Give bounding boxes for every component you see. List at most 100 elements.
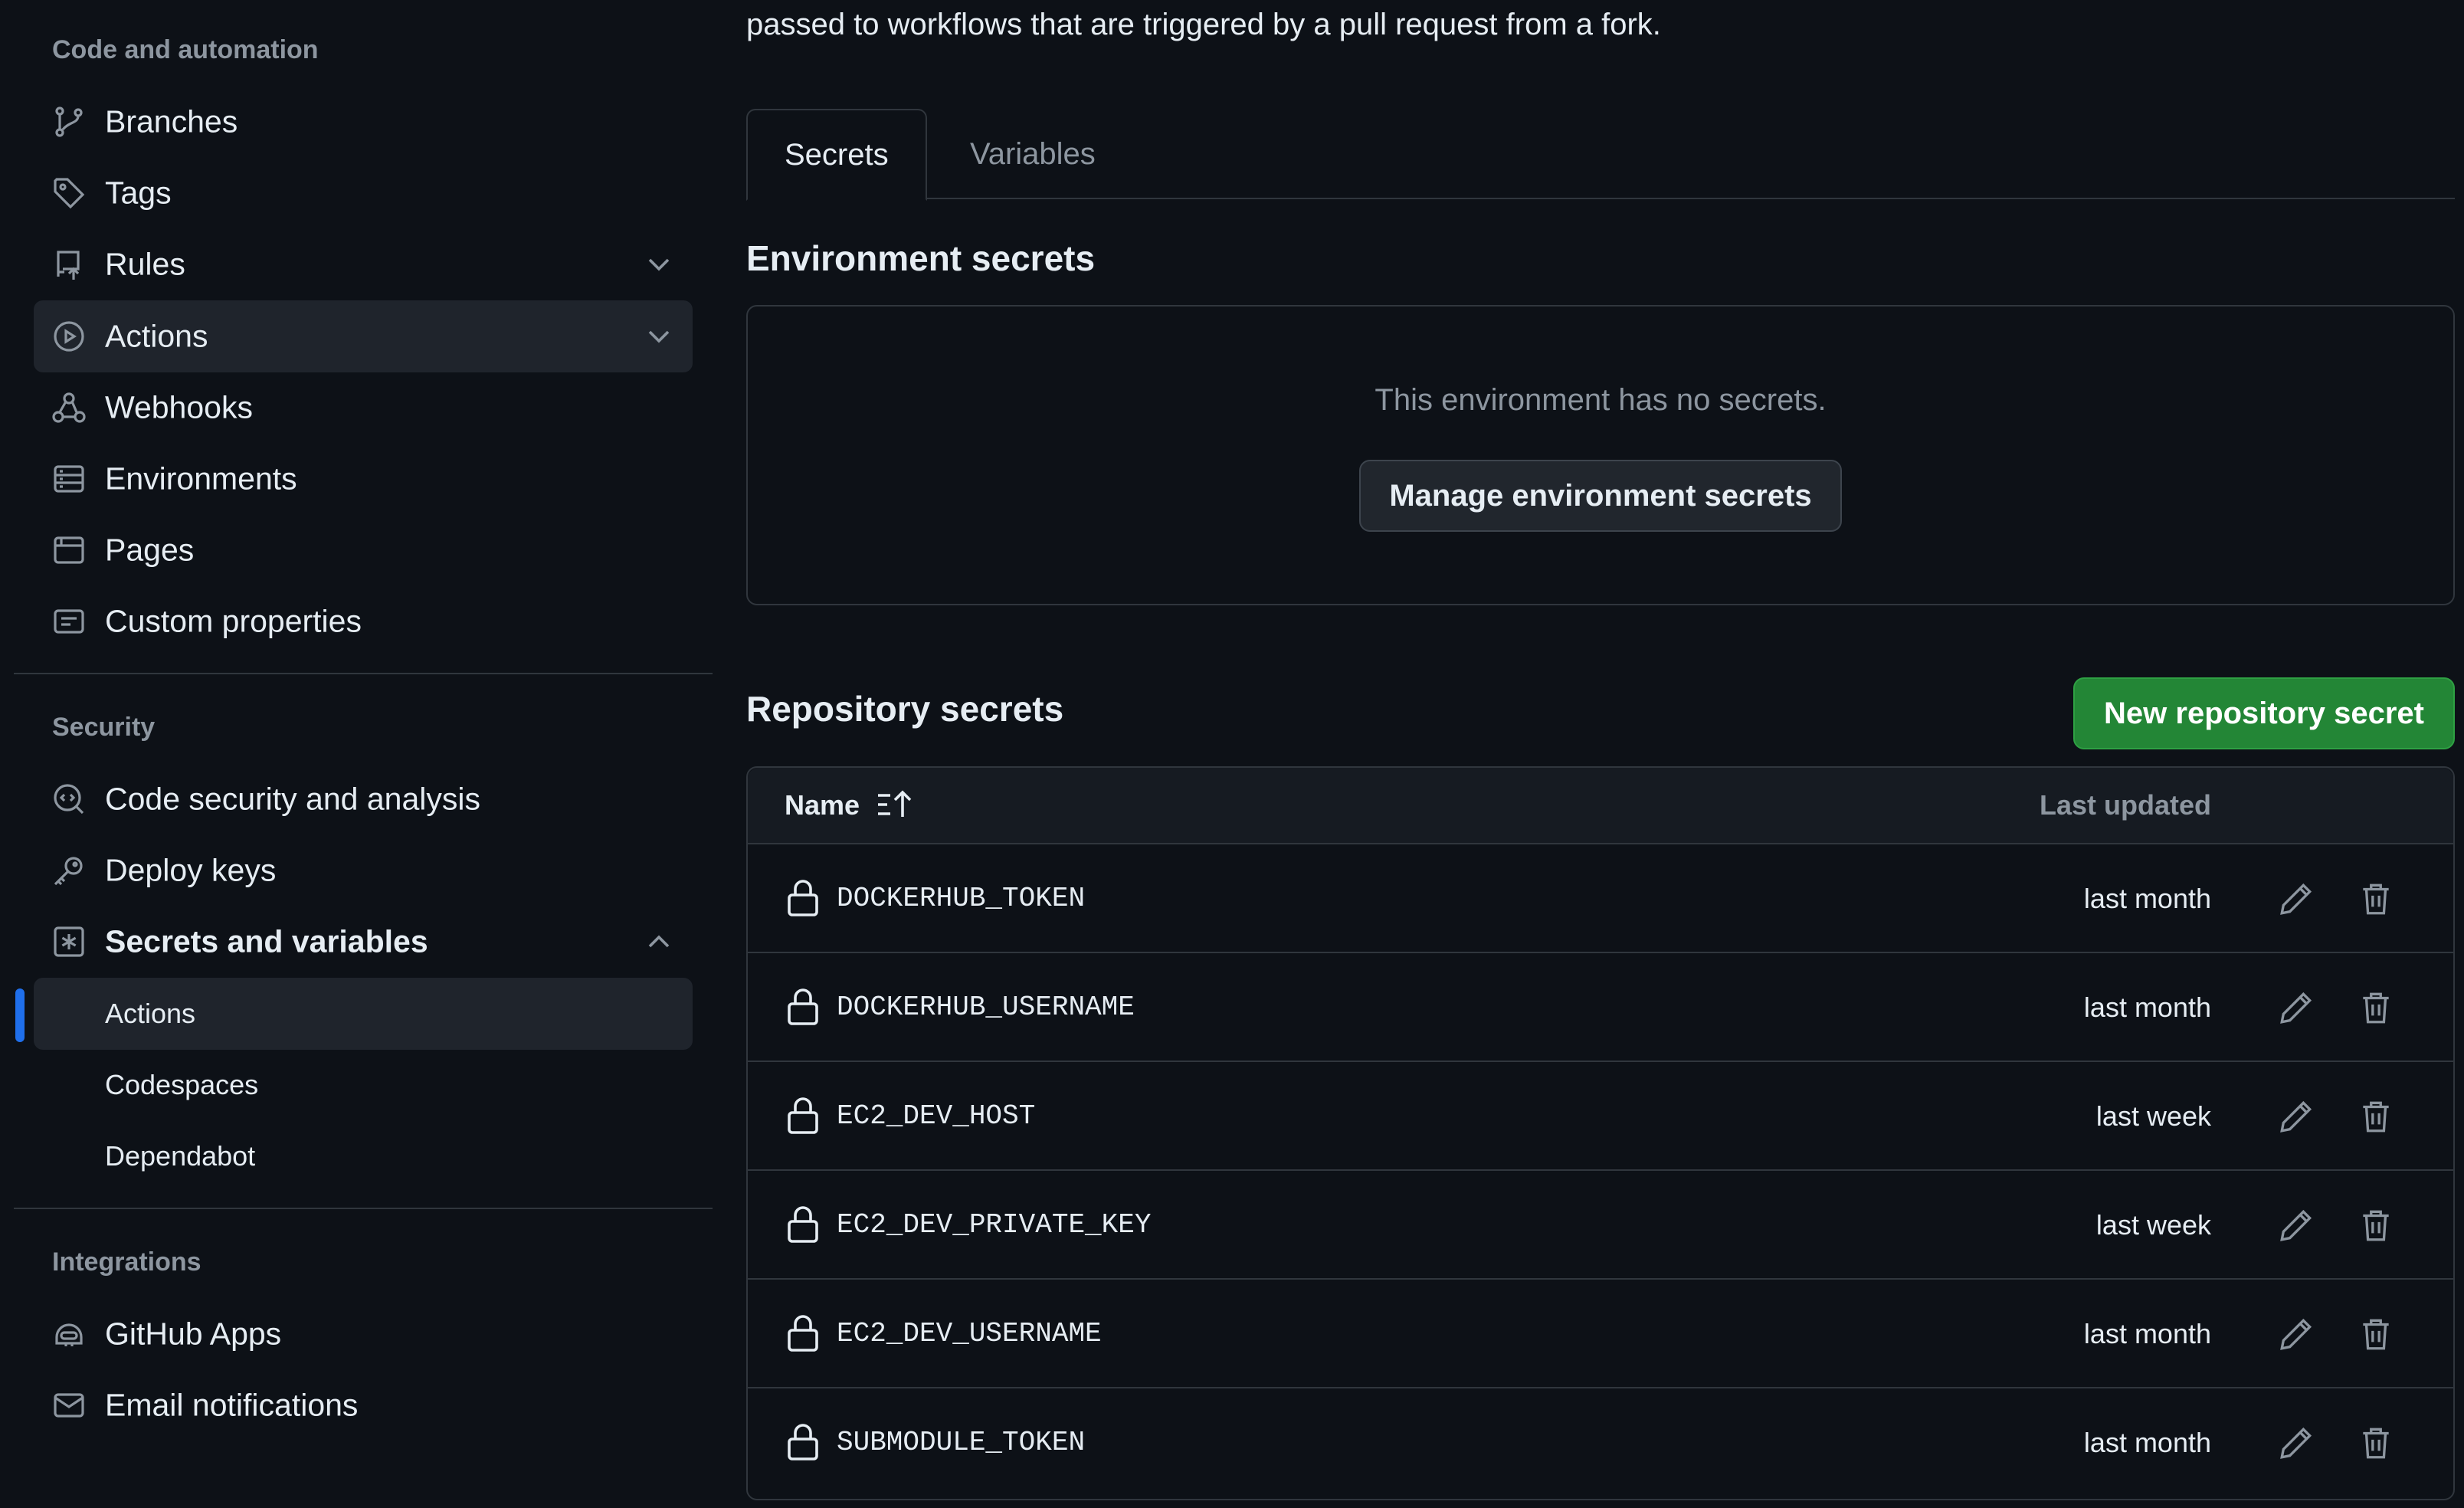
sidebar-item-environments[interactable]: Environments	[34, 443, 693, 515]
sidebar-item-label: Pages	[105, 532, 195, 568]
new-repository-secret-button[interactable]: New repository secret	[2073, 677, 2455, 749]
play-circle-icon	[51, 318, 87, 355]
pencil-icon[interactable]	[2277, 1097, 2315, 1136]
note-icon	[51, 603, 87, 640]
sidebar-item-label: Branches	[105, 103, 238, 139]
secret-name: EC2_DEV_HOST	[837, 1100, 1036, 1132]
sidebar-subitem-actions[interactable]: Actions	[34, 978, 693, 1050]
sidebar-item-label: Custom properties	[105, 603, 362, 639]
sidebar-subitem-label: Dependabot	[105, 1140, 256, 1172]
active-indicator	[15, 988, 25, 1042]
pencil-icon[interactable]	[2277, 1315, 2315, 1353]
secret-name: DOCKERHUB_USERNAME	[837, 992, 1135, 1023]
secret-name: EC2_DEV_PRIVATE_KEY	[837, 1209, 1152, 1241]
column-header-name[interactable]: Name	[785, 789, 860, 821]
table-row: EC2_DEV_HOST last week	[748, 1062, 2453, 1171]
sidebar-item-custom-properties[interactable]: Custom properties	[34, 585, 693, 657]
lock-icon	[785, 1422, 821, 1462]
repo-push-icon	[51, 246, 87, 283]
hubot-icon	[51, 1316, 87, 1352]
secret-name: SUBMODULE_TOKEN	[837, 1427, 1086, 1458]
repository-secrets-title: Repository secrets	[746, 689, 1064, 729]
trash-icon[interactable]	[2357, 1315, 2395, 1353]
sidebar-item-label: Webhooks	[105, 389, 253, 425]
webhook-icon	[51, 389, 87, 426]
trash-icon[interactable]	[2357, 880, 2395, 918]
sort-ascending-icon[interactable]	[875, 786, 916, 823]
lock-icon	[785, 1313, 821, 1353]
sidebar-item-code-security[interactable]: Code security and analysis	[34, 763, 693, 835]
asterisk-box-icon	[51, 923, 87, 960]
sidebar-item-label: Environments	[105, 461, 297, 497]
chevron-up-icon[interactable]	[641, 923, 677, 960]
secret-last-updated: last week	[2095, 1100, 2211, 1132]
sidebar-item-label: Actions	[105, 318, 208, 354]
lock-icon	[785, 1205, 821, 1244]
lock-icon	[785, 987, 821, 1027]
sidebar-item-label: Code security and analysis	[105, 781, 480, 817]
pencil-icon[interactable]	[2277, 1424, 2315, 1462]
sidebar-item-actions[interactable]: Actions	[34, 300, 693, 372]
manage-environment-secrets-button[interactable]: Manage environment secrets	[1359, 460, 1842, 532]
repository-secrets-table: Name Last updated DOCKERHUB_TOKEN last m…	[746, 766, 2455, 1500]
sidebar-item-label: GitHub Apps	[105, 1316, 282, 1352]
trash-icon[interactable]	[2357, 1097, 2395, 1136]
sidebar-item-label: Secrets and variables	[105, 923, 428, 959]
server-icon	[51, 461, 87, 497]
browser-icon	[51, 532, 87, 569]
sidebar-item-label: Rules	[105, 246, 185, 282]
codescan-icon	[51, 781, 87, 818]
group-title-security: Security	[52, 713, 156, 742]
table-row: EC2_DEV_PRIVATE_KEY last week	[748, 1171, 2453, 1280]
sidebar-item-deploy-keys[interactable]: Deploy keys	[34, 834, 693, 906]
group-title-code-automation: Code and automation	[52, 35, 319, 64]
environment-secrets-title: Environment secrets	[746, 238, 1096, 278]
sidebar-divider	[14, 1208, 713, 1209]
sidebar-item-github-apps[interactable]: GitHub Apps	[34, 1298, 693, 1370]
pencil-icon[interactable]	[2277, 988, 2315, 1027]
sidebar-subitem-label: Actions	[105, 998, 196, 1029]
table-header: Name Last updated	[748, 768, 2453, 844]
trash-icon[interactable]	[2357, 1206, 2395, 1244]
sidebar-item-webhooks[interactable]: Webhooks	[34, 372, 693, 444]
secret-last-updated: last month	[2083, 1318, 2211, 1349]
empty-state-text: This environment has no secrets.	[1375, 383, 1827, 417]
git-branch-icon	[51, 103, 87, 140]
sidebar-subitem-dependabot[interactable]: Dependabot	[34, 1120, 693, 1192]
chevron-down-icon[interactable]	[641, 318, 677, 355]
settings-sidebar: Code and automation Branches Tags Rules	[0, 0, 713, 1508]
sidebar-divider	[14, 673, 713, 674]
sidebar-item-pages[interactable]: Pages	[34, 514, 693, 586]
pencil-icon[interactable]	[2277, 880, 2315, 918]
main-content: passed to workflows that are triggered b…	[746, 0, 2455, 1508]
trash-icon[interactable]	[2357, 988, 2395, 1027]
secret-last-updated: last month	[2083, 992, 2211, 1023]
key-icon	[51, 852, 87, 889]
sidebar-item-label: Email notifications	[105, 1387, 359, 1423]
sidebar-item-label: Deploy keys	[105, 852, 277, 888]
table-row: EC2_DEV_USERNAME last month	[748, 1280, 2453, 1388]
tab-secrets[interactable]: Secrets	[746, 109, 927, 201]
lock-icon	[785, 878, 821, 918]
sidebar-item-tags[interactable]: Tags	[34, 157, 693, 229]
intro-text: passed to workflows that are triggered b…	[746, 8, 1661, 41]
environment-secrets-box: This environment has no secrets. Manage …	[746, 305, 2455, 605]
sidebar-subitem-label: Codespaces	[105, 1069, 259, 1100]
lock-icon	[785, 1096, 821, 1136]
table-row: DOCKERHUB_USERNAME last month	[748, 953, 2453, 1062]
table-row: DOCKERHUB_TOKEN last month	[748, 844, 2453, 953]
sidebar-subitem-codespaces[interactable]: Codespaces	[34, 1049, 693, 1121]
chevron-down-icon[interactable]	[641, 246, 677, 283]
trash-icon[interactable]	[2357, 1424, 2395, 1462]
secret-name: EC2_DEV_USERNAME	[837, 1318, 1102, 1349]
sidebar-item-email-notifications[interactable]: Email notifications	[34, 1369, 693, 1441]
secret-last-updated: last month	[2083, 1427, 2211, 1458]
sidebar-item-branches[interactable]: Branches	[34, 86, 693, 158]
tab-bar: Secrets Variables	[746, 109, 2455, 201]
pencil-icon[interactable]	[2277, 1206, 2315, 1244]
mail-icon	[51, 1387, 87, 1424]
tab-variables[interactable]: Variables	[933, 109, 1132, 199]
sidebar-item-secrets-and-variables[interactable]: Secrets and variables	[34, 906, 693, 978]
column-header-last-updated: Last updated	[2039, 789, 2211, 821]
sidebar-item-rules[interactable]: Rules	[34, 228, 693, 300]
